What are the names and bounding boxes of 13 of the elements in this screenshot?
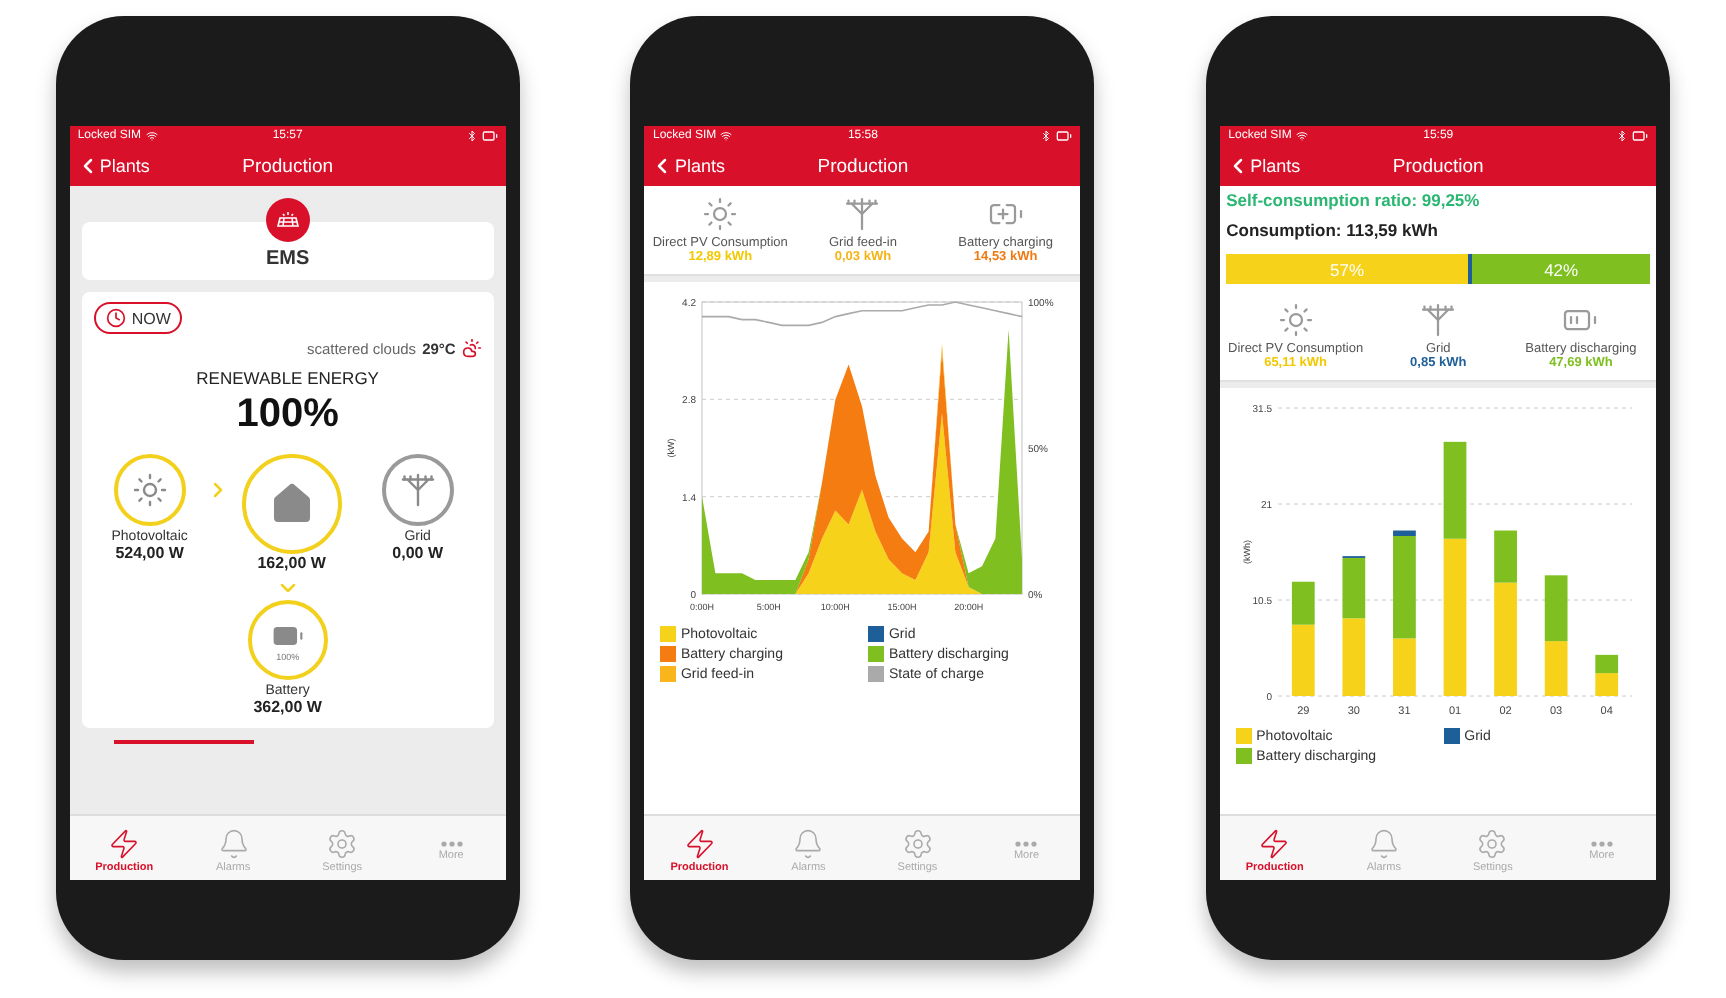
flow-value: 524,00 W [115, 544, 184, 562]
consumption-text: Consumption: 113,59 kWh [1220, 214, 1657, 248]
renewable-value: 100% [234, 392, 341, 438]
flow-value: 162,00 W [257, 554, 326, 572]
screen-title: Production [1392, 155, 1484, 177]
flow-value: 362,00 W [253, 698, 322, 716]
flow-value: 0,00 W [392, 544, 443, 562]
share-bar: 57% [1226, 254, 1468, 284]
screen-title: Production [242, 155, 334, 177]
share-bar: 42% [1472, 254, 1651, 284]
renewable-heading: RENEWABLE ENERGY [194, 368, 381, 388]
screen-title: Production [817, 155, 909, 177]
ratio-text: Self-consumption ratio: 99,25% [1220, 186, 1657, 214]
